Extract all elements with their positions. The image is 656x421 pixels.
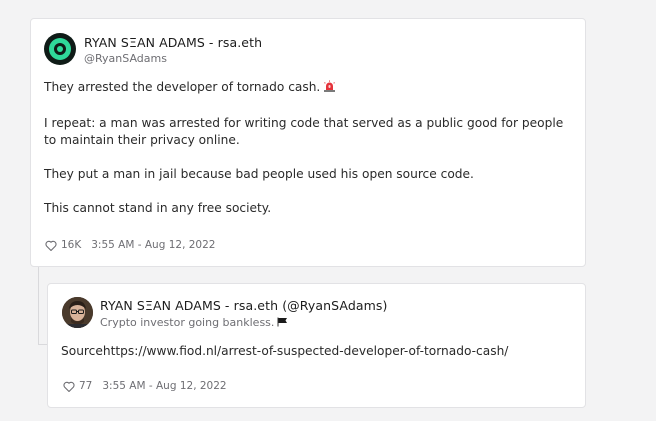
post-paragraph: I repeat: a man was arrested for writing… (44, 116, 564, 147)
post-timestamp[interactable]: 3:55 AM - Aug 12, 2022 (102, 380, 226, 392)
reply-author-line[interactable]: RYAN SΞAN ADAMS - rsa.eth (@RyanSAdams) (100, 298, 388, 313)
post-paragraph: They arrested the developer of tornado c… (44, 79, 564, 98)
avatar[interactable] (44, 33, 76, 65)
avatar[interactable] (62, 297, 93, 328)
post-paragraph: This cannot stand in any free society. (44, 201, 272, 215)
reply-post-card: RYAN SΞAN ADAMS - rsa.eth (@RyanSAdams) … (47, 283, 586, 408)
black-flag-icon (277, 317, 288, 330)
heart-icon[interactable] (63, 381, 75, 392)
main-post-card: RYAN SΞAN ADAMS - rsa.eth @RyanSAdams Th… (30, 18, 586, 267)
author-name[interactable]: RYAN SΞAN ADAMS - rsa.eth (84, 35, 262, 50)
heart-icon[interactable] (45, 240, 57, 251)
thread-connector-branch (38, 344, 47, 345)
like-count[interactable]: 77 (79, 380, 92, 392)
reply-body-link[interactable]: Sourcehttps://www.fiod.nl/arrest-of-susp… (61, 344, 508, 358)
reply-meta: 77 3:55 AM - Aug 12, 2022 (63, 380, 227, 392)
like-count[interactable]: 16K (61, 239, 81, 251)
post-paragraph: They put a man in jail because bad peopl… (44, 167, 474, 181)
post-body: They arrested the developer of tornado c… (44, 79, 564, 234)
reply-author-bio: Crypto investor going bankless. (100, 316, 288, 330)
thread-connector-line (38, 267, 39, 345)
post-meta: 16K 3:55 AM - Aug 12, 2022 (45, 239, 215, 251)
post-timestamp[interactable]: 3:55 AM - Aug 12, 2022 (91, 239, 215, 251)
siren-emoji-icon (323, 80, 336, 98)
author-handle[interactable]: @RyanSAdams (84, 52, 167, 65)
